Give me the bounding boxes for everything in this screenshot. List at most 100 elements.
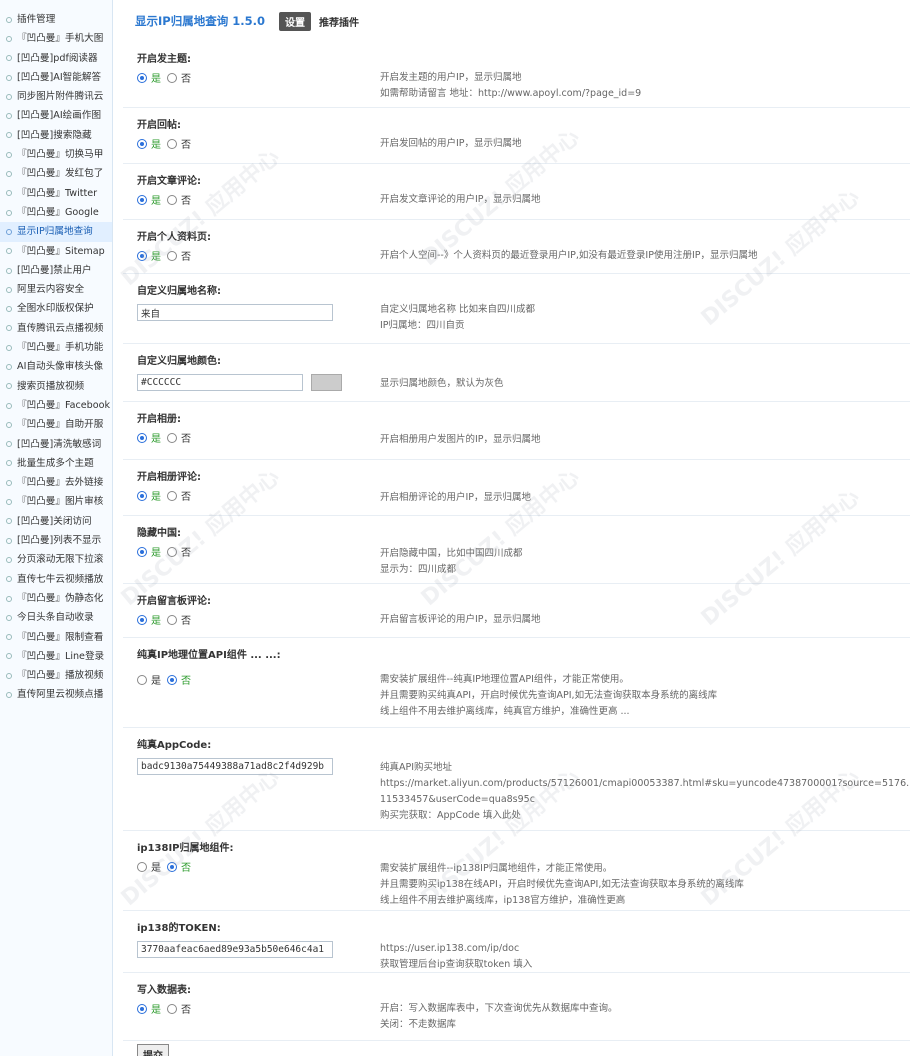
radio-yes[interactable]: 是 xyxy=(137,70,161,85)
radio-circle-icon[interactable] xyxy=(137,1003,147,1014)
bullet-icon xyxy=(6,35,12,42)
radio-circle-icon[interactable] xyxy=(167,250,177,261)
radio-no[interactable]: 否 xyxy=(167,1001,191,1016)
radio-no[interactable]: 否 xyxy=(167,248,191,263)
sidebar-item[interactable]: 直传七牛云视频播放 xyxy=(0,570,112,589)
radio-yes[interactable]: 是 xyxy=(137,544,161,559)
color-swatch[interactable] xyxy=(311,374,342,391)
radio-no[interactable]: 否 xyxy=(167,192,191,207)
radio-yes[interactable]: 是 xyxy=(137,612,161,627)
radio-no[interactable]: 否 xyxy=(167,859,191,874)
sidebar-item[interactable]: [凹凸曼]AI智能解答 xyxy=(0,68,112,87)
radio-circle-icon[interactable] xyxy=(137,674,147,685)
radio-circle-icon[interactable] xyxy=(137,861,147,872)
radio-circle-icon[interactable] xyxy=(167,194,177,205)
submit-button[interactable]: 提交 xyxy=(137,1044,169,1056)
sidebar-item[interactable]: 显示IP归属地查询 xyxy=(0,222,112,242)
setting-row: ip138IP归属地组件: 是否需安装扩展组件--ip138IP归属地组件，才能正… xyxy=(123,831,910,911)
sidebar-item[interactable]: 阿里云内容安全 xyxy=(0,280,112,299)
sidebar-item[interactable]: [凹凸曼]禁止用户 xyxy=(0,261,112,280)
bullet-icon xyxy=(6,653,12,660)
radio-circle-icon[interactable] xyxy=(167,546,177,557)
radio-yes[interactable]: 是 xyxy=(137,136,161,151)
radio-circle-icon[interactable] xyxy=(167,1003,177,1014)
radio-circle-icon[interactable] xyxy=(167,432,177,443)
radio-no[interactable]: 否 xyxy=(167,544,191,559)
radio-no[interactable]: 否 xyxy=(167,488,191,503)
sidebar-item[interactable]: 『凹凸曼』Google xyxy=(0,203,112,222)
radio-yes[interactable]: 是 xyxy=(137,430,161,445)
radio-circle-icon[interactable] xyxy=(137,432,147,443)
radio-circle-icon[interactable] xyxy=(167,72,177,83)
sidebar-item[interactable]: 全图水印版权保护 xyxy=(0,299,112,318)
radio-yes[interactable]: 是 xyxy=(137,248,161,263)
radio-label: 否 xyxy=(181,863,191,874)
radio-circle-icon[interactable] xyxy=(137,72,147,83)
setting-row: 自定义归属地颜色: #CCCCCC 显示归属地颜色，默认为灰色 xyxy=(123,344,910,402)
description-line: 开启：写入数据库表中，下次查询优先从数据库中查询。 xyxy=(380,1003,618,1014)
recommend-plugins-link[interactable]: 推荐插件 xyxy=(319,14,359,29)
sidebar-item[interactable]: [凹凸曼]关闭访问 xyxy=(0,512,112,531)
sidebar-item[interactable]: 『凹凸曼』播放视频 xyxy=(0,666,112,685)
sidebar-item[interactable]: 『凹凸曼』切换马甲 xyxy=(0,145,112,164)
sidebar-item[interactable]: 『凹凸曼』Line登录 xyxy=(0,647,112,666)
radio-yes[interactable]: 是 xyxy=(137,1001,161,1016)
sidebar-item[interactable]: 『凹凸曼』自助开服 xyxy=(0,415,112,434)
radio-circle-icon[interactable] xyxy=(137,138,147,149)
sidebar-item[interactable]: 『凹凸曼』手机功能 xyxy=(0,338,112,357)
sidebar-item[interactable]: [凹凸曼]清洗敏感词 xyxy=(0,435,112,454)
sidebar-item[interactable]: 『凹凸曼』图片审核 xyxy=(0,492,112,511)
settings-tab[interactable]: 设置 xyxy=(278,11,311,31)
radio-no[interactable]: 否 xyxy=(167,70,191,85)
radio-circle-icon[interactable] xyxy=(137,194,147,205)
radio-circle-icon[interactable] xyxy=(167,674,177,685)
sidebar-item-label: 今日头条自动收录 xyxy=(17,612,94,624)
sidebar-item[interactable]: 直传腾讯云点播视频 xyxy=(0,319,112,338)
radio-yes[interactable]: 是 xyxy=(137,488,161,503)
sidebar-item[interactable]: 插件管理 xyxy=(0,10,112,29)
radio-circle-icon[interactable] xyxy=(137,250,147,261)
radio-no[interactable]: 否 xyxy=(167,430,191,445)
sidebar-item[interactable]: 『凹凸曼』Sitemap xyxy=(0,242,112,261)
text-field[interactable]: 来自 xyxy=(137,304,333,321)
description-line: 开启留言板评论的用户IP，显示归属地 xyxy=(380,614,541,625)
radio-yes[interactable]: 是 xyxy=(137,859,161,874)
radio-circle-icon[interactable] xyxy=(137,546,147,557)
description-line: IP归属地：四川自贡 xyxy=(380,320,465,331)
sidebar-item[interactable]: 搜索页播放视频 xyxy=(0,377,112,396)
radio-no[interactable]: 否 xyxy=(167,672,191,687)
sidebar-item[interactable]: 『凹凸曼』发红包了 xyxy=(0,164,112,183)
sidebar-item[interactable]: 今日头条自动收录 xyxy=(0,608,112,627)
sidebar-item[interactable]: [凹凸曼]搜索隐藏 xyxy=(0,126,112,145)
sidebar-item[interactable]: 『凹凸曼』限制查看 xyxy=(0,628,112,647)
radio-circle-icon[interactable] xyxy=(167,861,177,872)
radio-circle-icon[interactable] xyxy=(167,614,177,625)
sidebar-item[interactable]: 批量生成多个主题 xyxy=(0,454,112,473)
radio-no[interactable]: 否 xyxy=(167,612,191,627)
radio-circle-icon[interactable] xyxy=(167,138,177,149)
sidebar-item[interactable]: [凹凸曼]pdf阅读器 xyxy=(0,49,112,68)
text-field[interactable]: 3770aafeac6aed89e93a5b50e646c4a1 xyxy=(137,941,333,958)
text-field[interactable]: #CCCCCC xyxy=(137,374,303,391)
radio-circle-icon[interactable] xyxy=(137,614,147,625)
sidebar-item[interactable]: 『凹凸曼』去外链接 xyxy=(0,473,112,492)
sidebar-item[interactable]: [凹凸曼]AI绘画作图 xyxy=(0,106,112,125)
radio-circle-icon[interactable] xyxy=(167,490,177,501)
sidebar-item[interactable]: 『凹凸曼』手机大图 xyxy=(0,29,112,48)
radio-yes[interactable]: 是 xyxy=(137,192,161,207)
setting-control: 是否 xyxy=(137,248,191,263)
sidebar-item[interactable]: 同步图片附件腾讯云 xyxy=(0,87,112,106)
radio-circle-icon[interactable] xyxy=(137,490,147,501)
sidebar-item[interactable]: 『凹凸曼』伪静态化 xyxy=(0,589,112,608)
text-field[interactable]: badc9130a75449388a71ad8c2f4d929b xyxy=(137,758,333,775)
radio-no[interactable]: 否 xyxy=(167,136,191,151)
sidebar-item[interactable]: 直传阿里云视频点播 xyxy=(0,685,112,704)
sidebar-item[interactable]: 『凹凸曼』Facebook xyxy=(0,396,112,415)
sidebar-item[interactable]: 分页滚动无限下拉滚 xyxy=(0,550,112,569)
description-line: 线上组件不用去维护离线库，ip138官方维护，准确性更高 xyxy=(380,895,626,906)
sidebar-item[interactable]: 『凹凸曼』Twitter xyxy=(0,184,112,203)
bullet-icon xyxy=(6,267,12,274)
sidebar-item[interactable]: AI自动头像审核头像 xyxy=(0,357,112,376)
sidebar-item[interactable]: [凹凸曼]列表不显示 xyxy=(0,531,112,550)
radio-yes[interactable]: 是 xyxy=(137,672,161,687)
